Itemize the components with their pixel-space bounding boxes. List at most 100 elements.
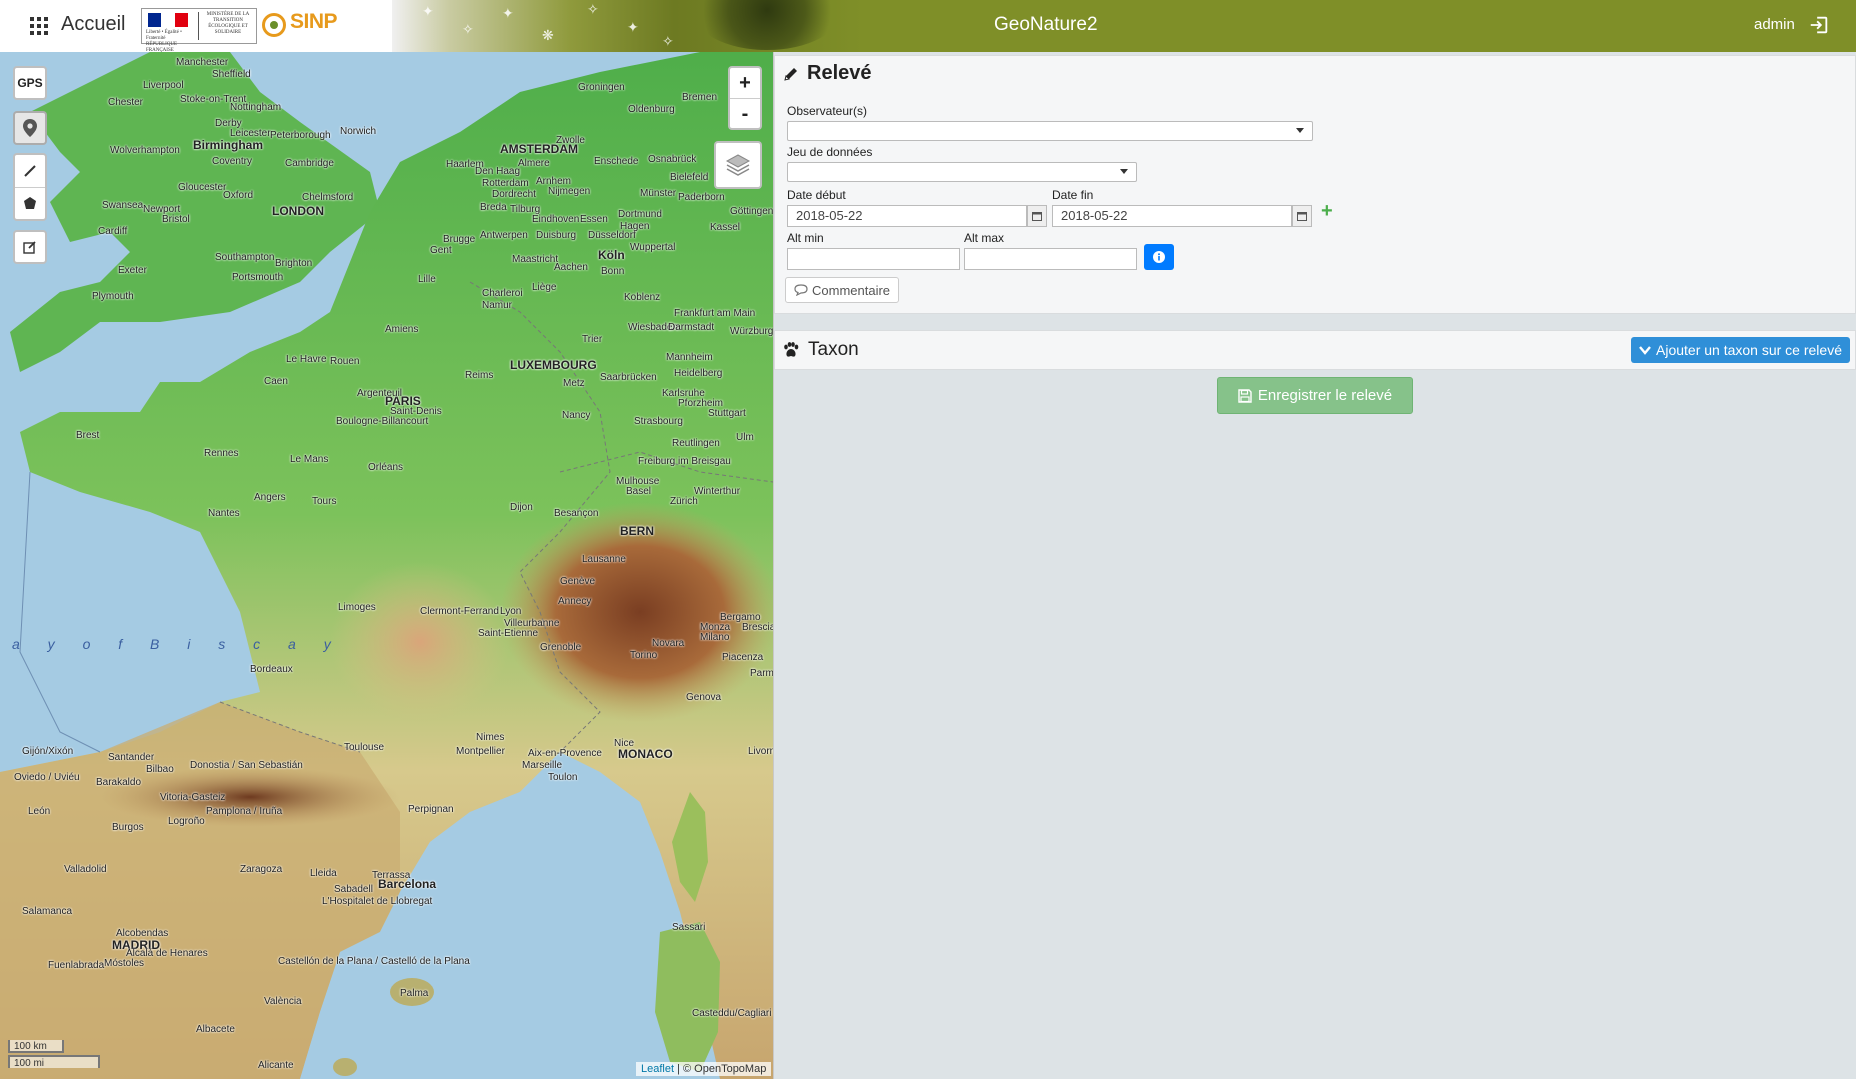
map-label: Amiens xyxy=(385,324,419,335)
map-label: Peterborough xyxy=(270,130,331,141)
comment-button[interactable]: Commentaire xyxy=(785,277,900,303)
gps-button[interactable]: GPS xyxy=(13,66,47,100)
map-label: Lleida xyxy=(310,868,337,879)
map-label: Eindhoven xyxy=(532,214,580,225)
apps-grid-icon[interactable] xyxy=(30,17,48,35)
map-label: Bristol xyxy=(162,214,190,225)
map-label: Wuppertal xyxy=(630,242,676,253)
map-label: Alcobendas xyxy=(116,928,169,939)
map-label: Burgos xyxy=(112,822,144,833)
date-end-input[interactable]: 2018-05-22 xyxy=(1052,205,1292,227)
observers-select[interactable] xyxy=(787,121,1313,141)
map-label: Annecy xyxy=(558,596,592,607)
alt-max-input[interactable] xyxy=(964,248,1137,270)
save-icon xyxy=(1238,388,1252,403)
map-label: Bonn xyxy=(601,266,625,277)
map-label: Lyon xyxy=(500,606,522,617)
map-attribution: Leaflet | © OpenTopoMap xyxy=(636,1062,772,1076)
map-label: Frankfurt am Main xyxy=(674,308,756,319)
map-label: Paderborn xyxy=(678,192,725,203)
calendar-icon xyxy=(1032,212,1042,221)
save-releve-button[interactable]: Enregistrer le relevé xyxy=(1217,377,1413,414)
map-label: León xyxy=(28,806,51,817)
dataset-select[interactable] xyxy=(787,162,1137,182)
add-date-icon[interactable]: + xyxy=(1321,200,1333,223)
map-label: MONACO xyxy=(618,747,673,761)
draw-toolbar xyxy=(13,153,47,221)
map-label: Salamanca xyxy=(22,906,73,917)
layers-button[interactable] xyxy=(714,141,762,189)
map-label: Trier xyxy=(582,334,603,345)
map-label: Bremen xyxy=(682,92,718,103)
map-label: Namur xyxy=(482,300,513,311)
map-label: Dijon xyxy=(510,502,533,513)
date-end-calendar-button[interactable] xyxy=(1292,205,1312,227)
map-label: Ulm xyxy=(736,432,754,443)
map-label: Oxford xyxy=(223,190,254,201)
draw-polygon-button[interactable] xyxy=(15,187,45,219)
map-label: Genova xyxy=(686,692,722,703)
map-label: Freiburg im Breisgau xyxy=(638,456,731,467)
map-label: Castellón de la Plana / Castelló de la P… xyxy=(278,956,470,967)
map-label: Nottingham xyxy=(230,102,282,113)
polyline-icon xyxy=(24,165,36,177)
map-label: Leicester xyxy=(230,128,271,139)
map-label: Bilbao xyxy=(146,764,174,775)
altitude-info-button[interactable] xyxy=(1144,244,1174,270)
marker-button[interactable] xyxy=(13,111,47,145)
map-label: Winterthur xyxy=(694,486,741,497)
map-label: Chester xyxy=(108,97,144,108)
zoom-in-button[interactable]: + xyxy=(730,68,760,99)
map-label: Toulon xyxy=(548,772,578,783)
map-label: Basel xyxy=(626,486,652,497)
draw-line-button[interactable] xyxy=(15,155,45,188)
map-label: Antwerpen xyxy=(480,230,528,241)
user-name[interactable]: admin xyxy=(1754,16,1795,33)
date-start-calendar-button[interactable] xyxy=(1027,205,1047,227)
app-title: GeoNature2 xyxy=(994,14,1098,35)
zoom-out-button[interactable]: - xyxy=(730,99,760,129)
map-label: Móstoles xyxy=(104,958,145,969)
map-label: Zürich xyxy=(670,496,698,507)
map-label: Koblenz xyxy=(624,292,661,303)
map-label: Piacenza xyxy=(722,652,764,663)
alt-min-input[interactable] xyxy=(787,248,960,270)
home-link[interactable]: Accueil xyxy=(61,13,125,36)
logout-icon[interactable] xyxy=(1808,14,1830,36)
map-label: Nimes xyxy=(476,732,505,743)
map-label: Liège xyxy=(532,282,557,293)
map-label: Southampton xyxy=(215,252,275,263)
map-label: Breda xyxy=(480,202,507,213)
map-label: Montpellier xyxy=(456,746,505,757)
map-label: Aix-en-Provence xyxy=(528,748,602,759)
map-label: Genève xyxy=(560,576,596,587)
releve-title: Relevé xyxy=(783,62,872,85)
map-label: Bordeaux xyxy=(250,664,293,675)
taxon-card: Taxon Ajouter un taxon sur ce relevé xyxy=(774,330,1856,370)
top-navbar: ✦ ✧ ✦ ❋ ✧ ✦ ✧ Accueil Liberté • Égalité … xyxy=(0,0,1856,52)
map-label: Aachen xyxy=(554,262,588,273)
map-label: Pamplona / Iruña xyxy=(206,806,283,817)
map-label: LUXEMBOURG xyxy=(510,358,597,372)
map-label: Gloucester xyxy=(178,182,227,193)
map-label: València xyxy=(264,996,302,1007)
map-label: Lille xyxy=(418,274,436,285)
add-taxon-button[interactable]: Ajouter un taxon sur ce relevé xyxy=(1631,337,1850,363)
map-label: Novara xyxy=(652,638,685,649)
chevron-down-icon xyxy=(1296,128,1304,133)
map-label: Heidelberg xyxy=(674,368,723,379)
map-view[interactable]: AMSTERDAM LONDON LUXEMBOURG PARIS BERN M… xyxy=(0,52,774,1079)
map-label: Coventry xyxy=(212,156,253,167)
map-label: Cambridge xyxy=(285,158,334,169)
date-start-input[interactable]: 2018-05-22 xyxy=(787,205,1027,227)
map-marker-icon xyxy=(23,119,37,137)
ministry-logo: Liberté • Égalité • Fraternité RÉPUBLIQU… xyxy=(141,8,257,52)
leaflet-link[interactable]: Leaflet xyxy=(641,1063,674,1075)
map-label: Münster xyxy=(640,188,677,199)
map-label: Dortmund xyxy=(618,209,662,220)
edit-layers-button[interactable] xyxy=(13,230,47,264)
map-label: Charleroi xyxy=(482,288,523,299)
comment-icon xyxy=(794,284,808,296)
map-label: Osnabrück xyxy=(648,154,697,165)
map-label: Essen xyxy=(580,214,608,225)
